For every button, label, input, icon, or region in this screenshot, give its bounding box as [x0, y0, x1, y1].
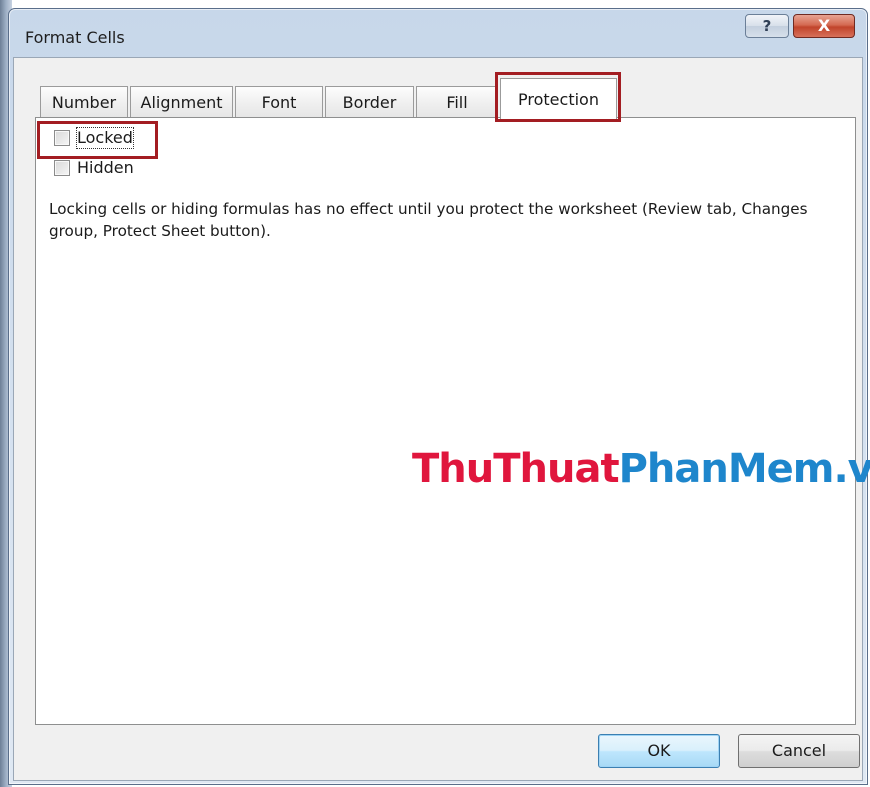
close-icon: X — [817, 16, 831, 35]
cancel-button[interactable]: Cancel — [738, 734, 860, 768]
format-cells-dialog: Format Cells ? X Number Alignment Font B… — [8, 8, 870, 785]
tab-number[interactable]: Number — [40, 86, 128, 118]
watermark-logo: ThuThuatPhanMem.vn — [412, 444, 870, 494]
close-button[interactable]: X — [793, 14, 855, 38]
help-icon: ? — [762, 17, 772, 35]
ok-button[interactable]: OK — [598, 734, 720, 768]
locked-checkbox[interactable] — [54, 130, 70, 146]
tab-font[interactable]: Font — [235, 86, 323, 118]
watermark-part-2: PhanMem — [618, 446, 835, 492]
protection-description: Locking cells or hiding formulas has no … — [49, 200, 808, 240]
hidden-checkbox[interactable] — [54, 160, 70, 176]
protection-panel: Locked Hidden Locking cells or hiding fo… — [35, 117, 856, 725]
tab-fill[interactable]: Fill — [416, 86, 498, 118]
dialog-title: Format Cells — [25, 28, 125, 47]
tab-alignment[interactable]: Alignment — [130, 86, 233, 118]
dialog-client-area: Number Alignment Font Border Fill Protec… — [13, 57, 870, 781]
watermark-part-3: .vn — [833, 446, 870, 492]
help-button[interactable]: ? — [745, 14, 789, 38]
tab-border[interactable]: Border — [325, 86, 414, 118]
hidden-label[interactable]: Hidden — [77, 158, 134, 178]
locked-label[interactable]: Locked — [76, 127, 134, 149]
watermark-part-1: ThuThuat — [412, 446, 620, 492]
tab-protection[interactable]: Protection — [500, 78, 617, 120]
